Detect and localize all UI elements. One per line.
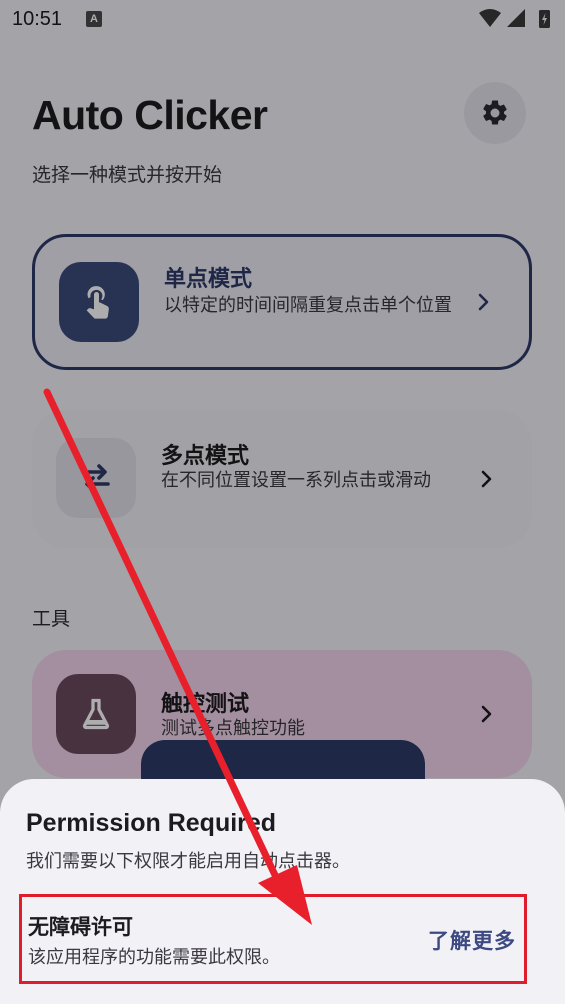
- permission-bottom-sheet: Permission Required 我们需要以下权限才能启用自动点击器。 无…: [0, 779, 565, 1004]
- sheet-subtitle: 我们需要以下权限才能启用自动点击器。: [26, 851, 350, 872]
- permission-description: 该应用程序的功能需要此权限。: [28, 947, 280, 968]
- permission-name: 无障碍许可: [28, 915, 133, 939]
- permission-item-accessibility[interactable]: 无障碍许可 该应用程序的功能需要此权限。 了解更多: [19, 894, 527, 984]
- learn-more-link[interactable]: 了解更多: [428, 925, 516, 955]
- sheet-title: Permission Required: [26, 809, 277, 837]
